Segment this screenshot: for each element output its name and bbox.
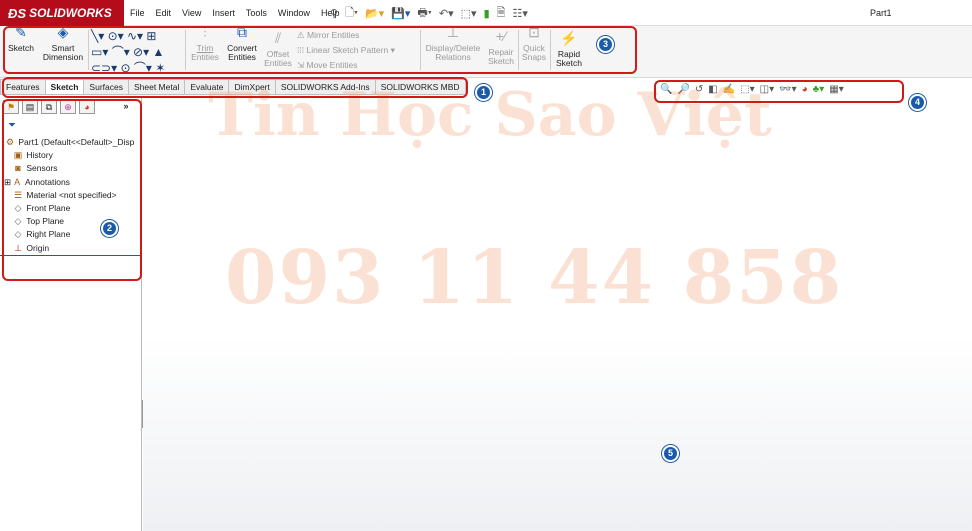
badge-5: 5 [662, 445, 679, 462]
badge-3: 3 [597, 36, 614, 53]
menu-insert[interactable]: Insert [212, 8, 235, 18]
watermark-line-2: 093 11 44 858 [225, 235, 844, 321]
badge-1: 1 [475, 84, 492, 101]
highlight-view-toolbar [654, 80, 904, 103]
menu-window[interactable]: Window [278, 8, 310, 18]
file-properties-icon[interactable]: 🗎 [497, 4, 506, 23]
highlight-feature-tree [2, 99, 142, 281]
menu-file[interactable]: File [130, 8, 145, 18]
badge-2: 2 [101, 220, 118, 237]
menu-tools[interactable]: Tools [246, 8, 267, 18]
pin-icon[interactable]: ⚲ [330, 7, 338, 20]
menu-bar: File Edit View Insert Tools Window Help [130, 0, 339, 26]
undo-icon[interactable]: ↶▾ [439, 7, 454, 20]
badge-4: 4 [909, 94, 926, 111]
solidworks-logo: ƉS SOLIDWORKS [0, 0, 124, 26]
menu-edit[interactable]: Edit [156, 8, 172, 18]
rebuild-icon[interactable]: ▮ [484, 7, 490, 20]
quick-access-toolbar: ⚲ 🗋▾ 📂▾ 💾▾ 🖶▾ ↶▾ ⬚▾ ▮ 🗎 ☷▾ [330, 4, 528, 23]
app-name: SOLIDWORKS [29, 6, 112, 20]
select-icon[interactable]: ⬚▾ [461, 7, 477, 20]
new-icon[interactable]: 🗋▾ [345, 4, 358, 23]
options-icon[interactable]: ☷▾ [512, 7, 527, 20]
print-icon[interactable]: 🖶▾ [417, 4, 431, 23]
open-icon[interactable]: 📂▾ [365, 7, 384, 20]
title-bar: ƉS SOLIDWORKS File Edit View Insert Tools… [0, 0, 972, 26]
highlight-ribbon [3, 26, 637, 74]
menu-view[interactable]: View [182, 8, 201, 18]
save-icon[interactable]: 💾▾ [391, 7, 410, 20]
document-title: Part1 [870, 8, 892, 18]
highlight-tabs [2, 77, 468, 98]
